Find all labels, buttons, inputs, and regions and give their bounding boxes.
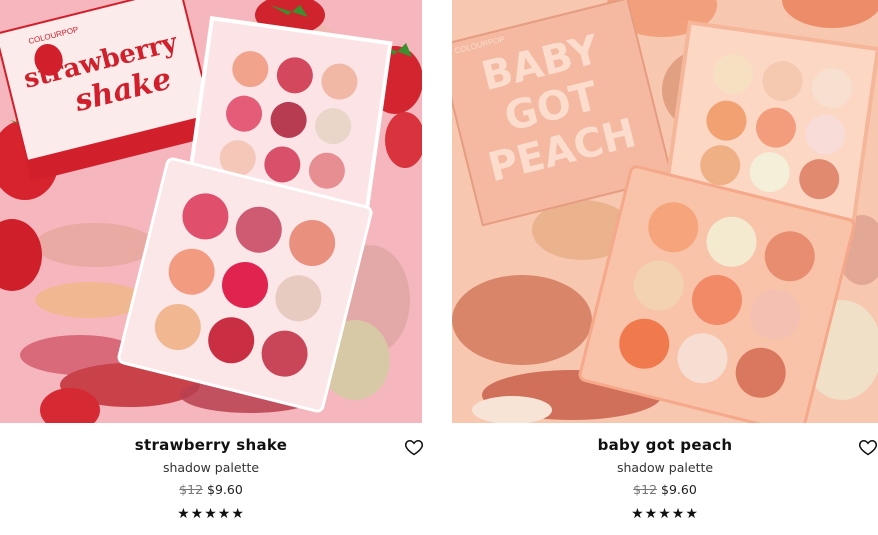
heart-icon[interactable]	[858, 437, 878, 457]
product-image-baby-got-peach[interactable]: BABY GOT PEACH COLOURPOP	[452, 0, 878, 423]
product-title[interactable]: strawberry shake	[0, 436, 422, 454]
product-subtitle: shadow palette	[162, 460, 260, 475]
product-price: $12 $9.60	[0, 482, 422, 497]
product-price: $12 $9.60	[452, 482, 878, 497]
sale-price: $9.60	[207, 482, 243, 497]
product-subtitle: shadow palette	[616, 460, 714, 475]
sale-price: $9.60	[661, 482, 697, 497]
product-card-strawberry-shake[interactable]: strawberry shake COLOURPOP strawberry sh…	[0, 0, 424, 535]
original-price: $12	[179, 482, 204, 497]
product-title[interactable]: baby got peach	[452, 436, 878, 454]
star-rating: ★★★★★	[631, 505, 699, 521]
product-card-baby-got-peach[interactable]: BABY GOT PEACH COLOURPOP baby got peach …	[452, 0, 878, 535]
original-price: $12	[633, 482, 658, 497]
product-image-strawberry-shake[interactable]: strawberry shake COLOURPOP	[0, 0, 422, 423]
heart-icon[interactable]	[404, 437, 424, 457]
star-rating: ★★★★★	[177, 505, 245, 521]
